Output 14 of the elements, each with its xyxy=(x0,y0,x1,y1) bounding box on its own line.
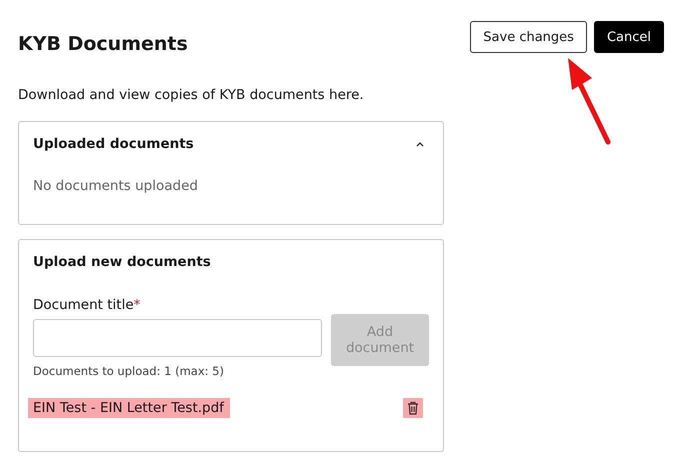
upload-count-hint: Documents to upload: 1 (max: 5) xyxy=(33,364,225,378)
section-title: Upload new documents xyxy=(33,254,212,270)
description: Download and view copies of KYB documents here. xyxy=(18,87,365,103)
field-label: Document title xyxy=(33,297,134,313)
action-button[interactable]: Save changes xyxy=(470,21,587,53)
document-title-field[interactable] xyxy=(33,319,322,357)
trash-icon[interactable] xyxy=(403,398,423,418)
action-button[interactable]: Cancel xyxy=(594,21,664,53)
collapse-chevron-icon[interactable] xyxy=(415,140,425,148)
page-title: KYB Documents xyxy=(18,33,188,55)
empty-message: No documents uploaded xyxy=(33,178,199,194)
required-mark: * xyxy=(134,297,140,313)
section-title: Uploaded documents xyxy=(33,136,194,152)
file-name: EIN Test - EIN Letter Test.pdf xyxy=(28,398,230,418)
